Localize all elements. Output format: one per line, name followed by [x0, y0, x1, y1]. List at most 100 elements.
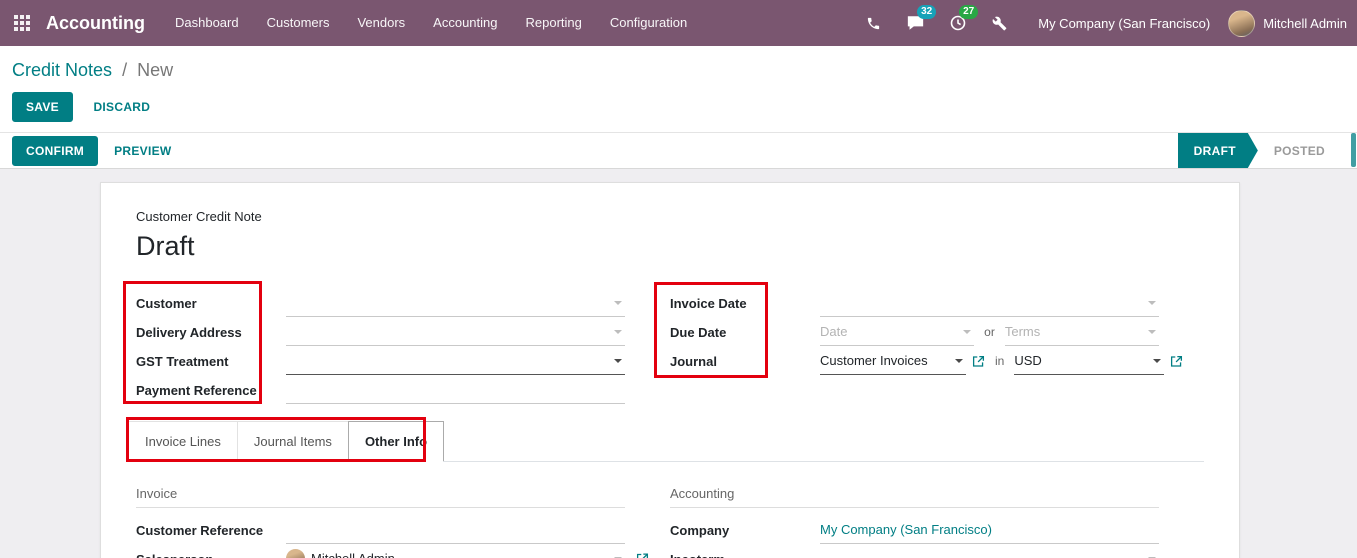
grid-icon [14, 15, 30, 31]
tab-invoice-lines[interactable]: Invoice Lines [128, 421, 238, 461]
chevron-down-icon [1148, 329, 1157, 334]
messages-badge: 32 [917, 5, 937, 19]
tab-other-info[interactable]: Other Info [347, 421, 445, 462]
invoice-group-title: Invoice [136, 486, 625, 508]
company-field[interactable]: My Company (San Francisco) [820, 516, 1159, 544]
menu-reporting[interactable]: Reporting [512, 0, 596, 46]
menu-customers[interactable]: Customers [253, 0, 344, 46]
phone-button[interactable] [853, 0, 894, 46]
control-panel-buttons: SAVE DISCARD [12, 92, 1345, 122]
incoterm-field[interactable] [820, 545, 1159, 558]
company-label: Company [670, 522, 730, 538]
notebook-tabs: Invoice Lines Journal Items Other Info [128, 421, 1204, 462]
field-row: Invoice Date [670, 289, 1159, 317]
discard-button[interactable]: DISCARD [81, 93, 162, 121]
user-avatar [1228, 9, 1256, 37]
top-navbar: Accounting Dashboard Customers Vendors A… [0, 0, 1357, 46]
menu-vendors[interactable]: Vendors [343, 0, 419, 46]
external-link-icon[interactable] [972, 355, 985, 368]
customer-reference-label: Customer Reference [136, 522, 264, 538]
chevron-down-icon [955, 358, 963, 363]
in-text: in [995, 354, 1005, 368]
breadcrumb: Credit Notes / New [12, 58, 1345, 82]
gst-treatment-field[interactable] [286, 347, 625, 375]
chevron-down-icon [1153, 358, 1161, 363]
terms-input[interactable] [1004, 324, 1144, 339]
due-date-label: Due Date [670, 324, 727, 340]
customer-field[interactable] [286, 289, 625, 317]
invoice-group: Invoice Customer Reference Salesperson M… [136, 486, 670, 558]
field-row: Incoterm [670, 545, 1159, 558]
user-menu[interactable]: Mitchell Admin [1228, 9, 1357, 37]
messages-button[interactable]: 32 [894, 0, 937, 46]
payment-reference-field[interactable] [286, 376, 625, 404]
invoice-date-label: Invoice Date [670, 295, 747, 311]
preview-button[interactable]: PREVIEW [102, 137, 183, 165]
field-row: GST Treatment [136, 347, 625, 375]
phone-icon [868, 17, 880, 29]
menu-dashboard[interactable]: Dashboard [161, 0, 253, 46]
user-name: Mitchell Admin [1263, 15, 1347, 31]
delivery-address-field[interactable] [286, 318, 625, 346]
chevron-down-icon [963, 329, 972, 334]
salesperson-value: Mitchell Admin [311, 551, 395, 558]
chevron-down-icon [1148, 300, 1156, 305]
breadcrumb-separator: / [122, 60, 128, 80]
doc-type-label: Customer Credit Note [136, 209, 262, 224]
statusbar: CONFIRM PREVIEW DRAFT POSTED [0, 132, 1357, 169]
company-value[interactable]: My Company (San Francisco) [820, 522, 992, 537]
field-row: Delivery Address [136, 318, 625, 346]
due-date-input-wrap[interactable] [820, 318, 975, 346]
salesperson-field[interactable]: Mitchell Admin [286, 545, 649, 558]
app-name[interactable]: Accounting [46, 13, 145, 34]
external-link-icon[interactable] [1170, 355, 1183, 368]
activities-button[interactable]: 27 [937, 0, 979, 46]
field-row: Customer Reference [136, 516, 625, 544]
systray: 32 27 [853, 0, 1020, 46]
field-row: Due Date or [670, 318, 1160, 346]
menu-accounting[interactable]: Accounting [419, 0, 511, 46]
external-link-icon[interactable] [636, 552, 649, 558]
activities-badge: 27 [959, 5, 979, 19]
due-date-input[interactable] [820, 324, 959, 339]
delivery-address-label: Delivery Address [136, 324, 242, 340]
menu-configuration[interactable]: Configuration [596, 0, 701, 46]
other-info-tab-content: Invoice Customer Reference Salesperson M… [136, 462, 1204, 558]
form-sheet: Customer Credit Note Draft Customer Deli… [100, 182, 1240, 558]
wrench-icon [992, 16, 1007, 30]
journal-select[interactable]: Customer Invoices [820, 347, 966, 375]
control-panel: Credit Notes / New SAVE DISCARD [0, 46, 1357, 132]
chevron-down-icon [614, 358, 622, 363]
status-draft[interactable]: DRAFT [1178, 133, 1258, 168]
field-row: Journal Customer Invoices in USD [670, 347, 1183, 375]
field-columns: Customer Delivery Address GST Treatment [136, 289, 1204, 405]
breadcrumb-credit-notes[interactable]: Credit Notes [12, 60, 112, 80]
invoice-date-field[interactable] [820, 289, 1159, 317]
field-row: Company My Company (San Francisco) [670, 516, 1159, 544]
journal-label: Journal [670, 353, 717, 369]
apps-menu-button[interactable] [0, 0, 44, 46]
accounting-group: Accounting Company My Company (San Franc… [670, 486, 1204, 558]
right-field-column: Invoice Date Due Date or [670, 289, 1204, 405]
terms-input-wrap[interactable] [1004, 318, 1160, 346]
payment-reference-label: Payment Reference [136, 382, 257, 398]
record-state-title: Draft [136, 231, 195, 261]
confirm-button[interactable]: CONFIRM [12, 135, 99, 166]
save-button[interactable]: SAVE [12, 92, 73, 122]
top-menu: Dashboard Customers Vendors Accounting R… [161, 0, 701, 46]
customer-reference-field[interactable] [286, 516, 625, 544]
tools-button[interactable] [979, 0, 1020, 46]
accounting-group-title: Accounting [670, 486, 1159, 508]
statusbar-buttons: CONFIRM PREVIEW [12, 135, 184, 166]
status-pipeline: DRAFT POSTED [1178, 133, 1341, 168]
salesperson-avatar [286, 549, 305, 558]
salesperson-label: Salesperson [136, 552, 286, 558]
tab-journal-items[interactable]: Journal Items [236, 421, 349, 461]
currency-value: USD [1014, 353, 1042, 368]
company-switcher[interactable]: My Company (San Francisco) [1020, 16, 1228, 31]
content-area: Customer Credit Note Draft Customer Deli… [0, 169, 1357, 558]
status-posted[interactable]: POSTED [1258, 133, 1341, 168]
currency-select[interactable]: USD [1014, 347, 1164, 375]
journal-value: Customer Invoices [820, 353, 928, 368]
scrollbar-thumb[interactable] [1351, 133, 1356, 167]
